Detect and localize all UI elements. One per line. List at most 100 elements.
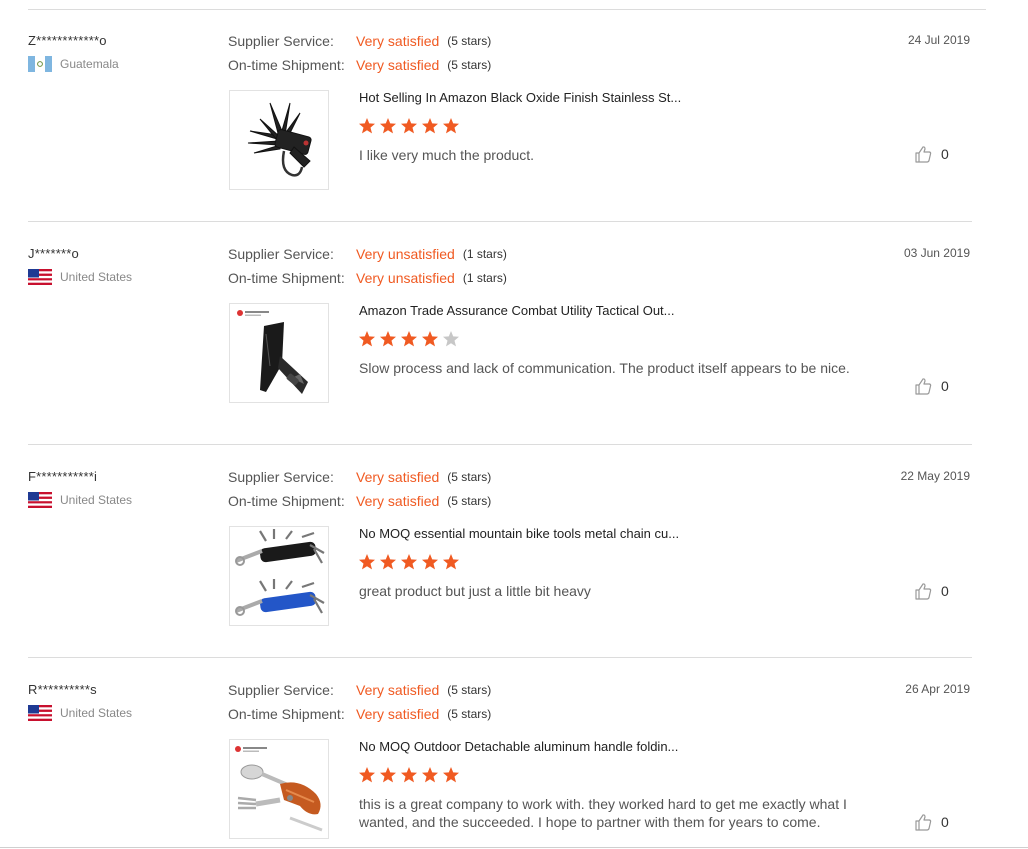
buyer-country: United States <box>28 705 132 721</box>
like-button[interactable]: 0 <box>914 813 949 831</box>
supplier-service-value: Very satisfied <box>356 33 440 49</box>
star-filled-icon <box>380 554 396 570</box>
supplier-service-stars: (1 stars) <box>462 247 507 261</box>
buyer-country: United States <box>28 492 132 508</box>
page-bottom-divider <box>0 847 1028 848</box>
product-thumbnail[interactable] <box>229 526 329 626</box>
buyer-name: Z************o <box>28 33 107 48</box>
country-name: United States <box>60 493 133 507</box>
review-comment: I like very much the product. <box>359 147 535 163</box>
star-filled-icon <box>422 767 438 783</box>
like-button[interactable]: 0 <box>914 145 949 163</box>
us-flag-icon <box>28 492 52 508</box>
supplier-service-stars: (5 stars) <box>447 683 492 697</box>
on-time-shipment-rating: On-time Shipment: Very unsatisfied (1 st… <box>228 270 507 286</box>
buyer-name: F***********i <box>28 469 98 484</box>
like-button[interactable]: 0 <box>914 582 949 600</box>
thumbs-up-icon <box>915 814 932 831</box>
like-count: 0 <box>941 814 949 830</box>
on-time-shipment-rating: On-time Shipment: Very satisfied (5 star… <box>228 493 491 509</box>
review-divider <box>28 657 972 658</box>
star-filled-icon <box>401 767 417 783</box>
on-time-shipment-value: Very satisfied <box>356 706 440 722</box>
like-count: 0 <box>941 146 949 162</box>
star-filled-icon <box>359 118 375 134</box>
us-flag-icon <box>28 269 52 285</box>
like-count: 0 <box>941 378 949 394</box>
star-filled-icon <box>401 118 417 134</box>
product-thumbnail[interactable] <box>229 303 329 403</box>
star-filled-icon <box>359 331 375 347</box>
buyer-name: R**********s <box>28 682 97 697</box>
star-filled-icon <box>401 554 417 570</box>
star-filled-icon <box>443 767 459 783</box>
review-comment: this is a great company to work with. th… <box>359 796 847 830</box>
us-flag-icon <box>28 705 52 721</box>
star-filled-icon <box>422 118 438 134</box>
on-time-shipment-stars: (5 stars) <box>447 494 492 508</box>
supplier-service-rating: Supplier Service: Very unsatisfied (1 st… <box>228 246 507 262</box>
review-date: 03 Jun 2019 <box>903 246 970 260</box>
guatemala-flag-icon <box>28 56 52 72</box>
star-filled-icon <box>359 554 375 570</box>
on-time-shipment-stars: (5 stars) <box>447 58 492 72</box>
product-rating-stars <box>358 330 460 348</box>
country-name: United States <box>60 270 133 284</box>
star-filled-icon <box>359 767 375 783</box>
on-time-shipment-label: On-time Shipment: <box>228 270 345 286</box>
star-filled-icon <box>380 767 396 783</box>
country-name: Guatemala <box>60 57 119 71</box>
supplier-service-rating: Supplier Service: Very satisfied (5 star… <box>228 469 491 485</box>
thumbs-up-icon <box>915 378 932 395</box>
supplier-service-value: Very unsatisfied <box>356 246 455 262</box>
supplier-service-value: Very satisfied <box>356 682 440 698</box>
star-filled-icon <box>380 331 396 347</box>
country-name: United States <box>60 706 133 720</box>
product-thumbnail[interactable] <box>229 90 329 190</box>
supplier-service-stars: (5 stars) <box>447 34 492 48</box>
like-button[interactable]: 0 <box>914 377 949 395</box>
review-comment: Slow process and lack of communication. … <box>359 360 850 376</box>
supplier-service-label: Supplier Service: <box>228 469 334 485</box>
on-time-shipment-label: On-time Shipment: <box>228 493 345 509</box>
buyer-country: Guatemala <box>28 56 119 72</box>
product-title-link[interactable]: Amazon Trade Assurance Combat Utility Ta… <box>359 303 675 318</box>
star-filled-icon <box>443 554 459 570</box>
review-date: 26 Apr 2019 <box>905 682 970 696</box>
review-comment: great product but just a little bit heav… <box>359 583 591 599</box>
on-time-shipment-rating: On-time Shipment: Very satisfied (5 star… <box>228 57 491 73</box>
product-rating-stars <box>358 117 460 135</box>
on-time-shipment-label: On-time Shipment: <box>228 57 345 73</box>
like-count: 0 <box>941 583 949 599</box>
on-time-shipment-value: Very satisfied <box>356 57 440 73</box>
star-filled-icon <box>401 331 417 347</box>
buyer-country: United States <box>28 269 132 285</box>
on-time-shipment-value: Very satisfied <box>356 493 440 509</box>
on-time-shipment-value: Very unsatisfied <box>356 270 455 286</box>
product-rating-stars <box>358 766 460 784</box>
list-top-divider <box>28 9 986 10</box>
supplier-service-stars: (5 stars) <box>447 470 492 484</box>
review-divider <box>28 444 972 445</box>
buyer-name: J*******o <box>28 246 79 261</box>
on-time-shipment-label: On-time Shipment: <box>228 706 345 722</box>
review-divider <box>28 221 972 222</box>
product-thumbnail[interactable] <box>229 739 329 839</box>
on-time-shipment-stars: (1 stars) <box>462 271 507 285</box>
supplier-service-value: Very satisfied <box>356 469 440 485</box>
thumbs-up-icon <box>915 146 932 163</box>
product-title-link[interactable]: Hot Selling In Amazon Black Oxide Finish… <box>359 90 681 105</box>
star-filled-icon <box>422 554 438 570</box>
tactical-knife-icon <box>237 310 308 394</box>
review-date: 24 Jul 2019 <box>907 33 970 47</box>
product-title-link[interactable]: No MOQ essential mountain bike tools met… <box>359 526 679 541</box>
supplier-service-rating: Supplier Service: Very satisfied (5 star… <box>228 33 491 49</box>
product-title-link[interactable]: No MOQ Outdoor Detachable aluminum handl… <box>359 739 678 754</box>
camping-cutlery-icon <box>235 746 323 832</box>
star-filled-icon <box>443 118 459 134</box>
star-empty-icon <box>443 331 459 347</box>
supplier-service-label: Supplier Service: <box>228 682 334 698</box>
on-time-shipment-rating: On-time Shipment: Very satisfied (5 star… <box>228 706 491 722</box>
product-rating-stars <box>358 553 460 571</box>
star-filled-icon <box>422 331 438 347</box>
